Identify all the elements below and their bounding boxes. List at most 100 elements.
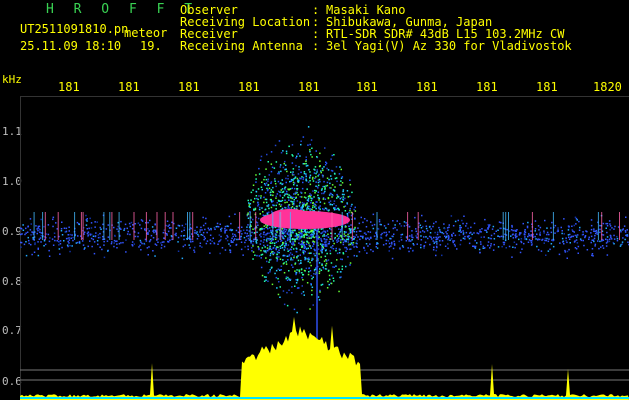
noise-speck — [470, 237, 472, 239]
noise-speck — [441, 254, 443, 257]
noise-speck — [453, 240, 456, 242]
noise-speck — [450, 238, 453, 240]
noise-speck — [359, 238, 361, 241]
noise-speck — [539, 231, 541, 234]
noise-speck — [346, 235, 349, 238]
noise-speck — [111, 241, 113, 243]
noise-speck — [269, 254, 272, 257]
noise-speck — [454, 220, 457, 223]
echo-speck — [300, 268, 303, 270]
noise-speck — [28, 242, 30, 245]
noise-speck — [387, 240, 390, 242]
echo-speck — [260, 232, 262, 235]
echo-speck — [295, 273, 297, 276]
frequency-tick: 181 — [476, 80, 498, 94]
filename-label: UT2511091810.pn — [20, 22, 129, 36]
echo-speck — [287, 206, 290, 209]
noise-speck — [215, 225, 218, 228]
noise-speck — [429, 232, 432, 234]
noise-speck — [508, 245, 511, 248]
noise-speck — [454, 234, 457, 237]
echo-speck — [344, 205, 347, 207]
noise-speck — [479, 251, 481, 254]
noise-speck — [568, 248, 570, 251]
noise-speck — [579, 226, 581, 229]
echo-speck — [260, 197, 262, 199]
noise-speck — [240, 241, 243, 243]
echo-speck — [255, 240, 257, 243]
noise-speck — [463, 215, 465, 217]
noise-speck — [552, 245, 555, 248]
echo-speck — [267, 205, 269, 207]
echo-speck — [310, 153, 312, 156]
echo-speck — [298, 272, 301, 274]
echo-speck — [342, 253, 345, 255]
noise-speck — [427, 237, 429, 240]
noise-speck — [32, 231, 34, 234]
echo-speck — [343, 193, 345, 196]
noise-speck — [67, 245, 69, 248]
noise-speck — [197, 235, 200, 237]
echo-speck — [298, 166, 300, 168]
echo-speck — [316, 171, 318, 173]
noise-speck — [479, 241, 482, 243]
noise-speck — [113, 242, 115, 244]
noise-speck — [205, 242, 208, 245]
echo-speck — [310, 235, 313, 238]
noise-speck — [244, 241, 246, 244]
echo-speck — [295, 279, 297, 281]
echo-speck — [309, 174, 312, 177]
echo-speck — [275, 197, 277, 199]
noise-speck — [202, 216, 204, 219]
noise-speck — [356, 246, 358, 248]
noise-speck — [527, 241, 530, 243]
noise-speck — [232, 241, 234, 243]
echo-speck — [265, 257, 267, 259]
noise-speck — [362, 235, 364, 238]
noise-speck — [482, 247, 484, 249]
echo-speck — [253, 232, 256, 234]
echo-speck — [294, 238, 296, 240]
noise-speck — [520, 240, 522, 243]
noise-speck — [116, 228, 118, 230]
noise-speck — [456, 248, 458, 250]
noise-speck — [514, 229, 516, 232]
echo-speck — [325, 235, 328, 237]
echo-speck — [305, 248, 308, 250]
echo-speck — [294, 235, 297, 237]
noise-speck — [443, 227, 446, 230]
noise-speck — [380, 223, 382, 226]
noise-speck — [392, 227, 395, 230]
noise-speck — [87, 234, 89, 236]
echo-speck — [250, 191, 253, 194]
echo-speck — [267, 189, 269, 191]
echo-speck — [269, 259, 271, 261]
noise-speck — [462, 230, 464, 232]
echo-speck — [278, 172, 280, 175]
echo-speck — [257, 205, 259, 207]
noise-speck — [219, 252, 221, 255]
noise-speck — [230, 239, 232, 242]
noise-speck — [165, 224, 167, 227]
noise-speck — [546, 231, 549, 234]
echo-speck — [305, 231, 307, 233]
noise-speck — [138, 246, 140, 248]
noise-speck — [160, 247, 163, 249]
noise-speck — [122, 241, 124, 244]
time-tick: 0.6 — [2, 375, 22, 388]
echo-speck — [333, 242, 335, 245]
noise-speck — [462, 233, 465, 236]
noise-speck — [512, 246, 514, 248]
echo-speck — [272, 200, 274, 202]
noise-speck — [534, 220, 537, 222]
noise-speck — [345, 250, 347, 252]
echo-speck — [252, 245, 254, 247]
noise-speck — [601, 240, 603, 242]
echo-speck — [297, 173, 300, 175]
noise-speck — [282, 236, 284, 238]
noise-speck — [471, 233, 473, 236]
echo-speck — [307, 126, 310, 128]
noise-speck — [625, 216, 627, 218]
echo-speck — [321, 188, 323, 190]
noise-speck — [68, 226, 70, 228]
